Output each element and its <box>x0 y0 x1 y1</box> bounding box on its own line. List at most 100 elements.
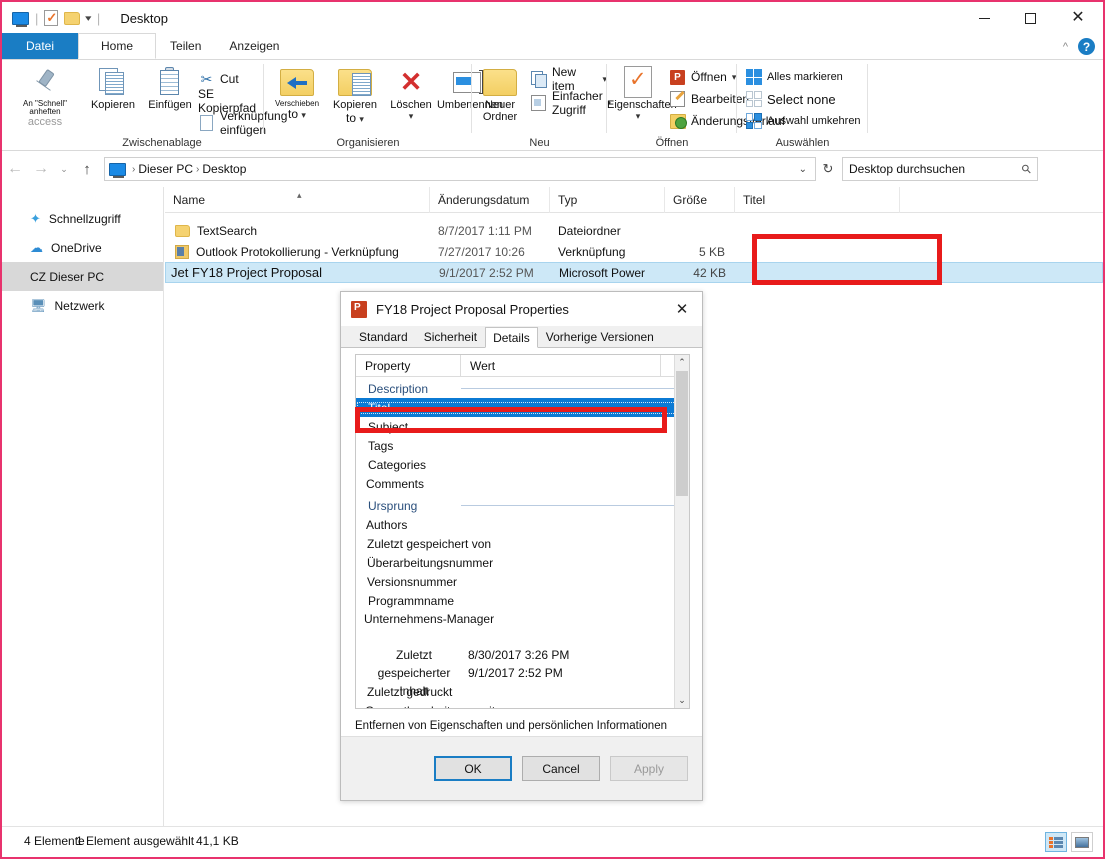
value-column-header[interactable]: Wert <box>461 355 661 376</box>
table-row-selected[interactable]: Jet FY18 Project Proposal 9/1/2017 2:52 … <box>165 262 1103 283</box>
table-row[interactable]: TextSearch 8/7/2017 1:11 PM Dateiordner <box>165 220 1103 241</box>
column-header-name[interactable]: ▴ Name <box>165 186 430 213</box>
property-row-zuletzt-gespeicherter-inhalt[interactable]: Zuletzt gespeicherter Inhalt 8/30/2017 3… <box>356 646 689 698</box>
property-row-versionsnummer[interactable]: Versionsnummer <box>356 572 689 591</box>
view-toggle-group <box>1045 832 1093 852</box>
sidebar-item-netzwerk[interactable]: 🖥 Netzwerk <box>2 291 163 320</box>
tab-home[interactable]: Home <box>78 33 157 59</box>
tab-standard[interactable]: Standard <box>351 326 416 347</box>
new-item-button[interactable]: New item ▾ <box>530 65 607 93</box>
sidebar-item-dieser-pc[interactable]: CZ Dieser PC <box>2 262 163 291</box>
property-row-titel[interactable]: Titel <box>356 398 689 417</box>
select-all-button[interactable]: Alles markieren <box>745 66 843 88</box>
folder-icon[interactable] <box>64 11 81 25</box>
this-pc-icon <box>109 162 126 178</box>
pin-label: An "Schnell" anheften <box>23 99 67 117</box>
tab-vorherige-versionen[interactable]: Vorherige Versionen <box>537 326 662 347</box>
paste-button[interactable]: Einfügen <box>142 64 198 112</box>
new-folder-button[interactable]: Neuer Ordner <box>474 64 526 123</box>
pin-to-quick-access-button[interactable]: An "Schnell" anheften access <box>10 64 80 128</box>
property-row-tags[interactable]: Tags <box>356 436 689 455</box>
property-list-scrollbar[interactable]: ⌃ ⌄ <box>674 355 689 708</box>
tab-anzeigen[interactable]: Anzeigen <box>215 33 294 59</box>
sidebar-item-schnellzugriff[interactable]: ✦ Schnellzugriff <box>2 204 163 233</box>
row-size-cell: 42 KB <box>693 265 726 280</box>
column-header-date[interactable]: Änderungsdatum <box>430 186 550 213</box>
tab-datei[interactable]: Datei <box>2 33 79 59</box>
property-row-programmname[interactable]: Programmname <box>356 591 689 610</box>
property-row-ueberarbeitungsnummer[interactable]: Überarbeitungsnummer <box>356 553 689 572</box>
select-none-icon <box>745 91 762 108</box>
column-header-titel[interactable]: Titel <box>735 186 900 213</box>
ok-button[interactable]: OK <box>434 756 512 781</box>
copy-label: Kopieren <box>90 99 136 111</box>
property-row-authors[interactable]: Authors <box>356 515 689 534</box>
tab-sicherheit[interactable]: Sicherheit <box>415 326 486 347</box>
address-input[interactable]: › Dieser PC › Desktop ⌄ <box>104 157 816 181</box>
property-row-subject[interactable]: Subject <box>356 417 689 436</box>
scroll-up-icon[interactable]: ⌃ <box>675 355 689 370</box>
ribbon-group-open: Eigenschaften ▾ P Öffnen ▾ Bearbeiten Än… <box>607 60 785 151</box>
property-row-categories[interactable]: Categories <box>356 455 689 474</box>
select-none-button[interactable]: Select none <box>745 88 836 110</box>
dialog-close-button[interactable]: ✕ <box>662 292 702 326</box>
property-name-subject: Subject <box>368 419 409 434</box>
scroll-down-icon[interactable]: ⌄ <box>675 693 689 708</box>
pin-icon <box>10 64 80 100</box>
invert-selection-button[interactable]: Auswahl umkehren <box>745 110 861 132</box>
table-row[interactable]: Outlook Protokollierung - Verknüpfung 7/… <box>165 241 1103 262</box>
move-to-button[interactable]: Verschieben to ▾ <box>268 64 326 121</box>
property-group-description: Description <box>356 379 689 398</box>
properties-caret-icon[interactable]: ▾ <box>607 111 669 121</box>
refresh-button[interactable]: ↻ <box>816 161 840 177</box>
forward-button[interactable]: → <box>28 160 54 178</box>
close-button[interactable]: ✕ <box>1053 2 1103 34</box>
new-folder-sublabel: Ordner <box>482 110 518 123</box>
help-button[interactable]: ? <box>1078 38 1095 55</box>
row-name-cell: Outlook Protokollierung - Verknüpfung <box>165 244 430 259</box>
property-row-zuletzt-gespeichert-von[interactable]: Zuletzt gespeichert von <box>356 534 689 553</box>
tab-teilen[interactable]: Teilen <box>156 33 216 59</box>
scrollbar-thumb[interactable] <box>676 371 688 496</box>
collapse-ribbon-icon[interactable]: ^ <box>1063 41 1068 53</box>
address-dropdown-icon[interactable]: ⌄ <box>799 164 811 175</box>
details-view-icon[interactable] <box>1045 832 1067 852</box>
breadcrumb-desktop[interactable]: Desktop <box>200 162 248 176</box>
property-row-comments[interactable]: Comments <box>356 474 689 493</box>
minimize-button[interactable] <box>961 2 1007 34</box>
properties-button[interactable]: Eigenschaften ▾ <box>607 64 677 121</box>
back-button[interactable]: ← <box>2 160 28 178</box>
column-header-size[interactable]: Größe <box>665 186 735 213</box>
breadcrumb-dieser-pc[interactable]: Dieser PC <box>136 162 195 176</box>
row-type-cell: Verknüpfung <box>558 244 626 259</box>
invert-selection-icon <box>745 113 762 130</box>
property-row-zuletzt-gedruckt[interactable]: Zuletzt gedruckt <box>356 682 689 701</box>
property-row-unternehmens-manager[interactable]: Unternehmens-Manager <box>356 610 689 646</box>
copy-button[interactable]: Kopieren <box>84 64 142 112</box>
maximize-button[interactable] <box>1007 2 1053 34</box>
column-label-name: Name <box>173 192 206 207</box>
recent-locations-button[interactable]: ⌄ <box>54 164 74 175</box>
open-button[interactable]: P Öffnen ▾ <box>669 66 736 88</box>
chevron-down-icon[interactable]: ▾ <box>85 13 91 24</box>
property-row-gesamtbearbeitungszeit[interactable]: Gesamtbearbeitungszeit <box>356 701 689 709</box>
remove-properties-link[interactable]: Entfernen von Eigenschaften und persönli… <box>355 720 667 732</box>
monitor-icon[interactable] <box>12 11 29 27</box>
ribbon-body: An "Schnell" anheften access Kopieren Ei… <box>2 60 1103 151</box>
cancel-button[interactable]: Cancel <box>522 756 600 781</box>
powerpoint-icon: P <box>669 69 686 86</box>
delete-caret-icon[interactable]: ▾ <box>386 111 436 121</box>
thumbnail-view-icon[interactable] <box>1071 832 1093 852</box>
paste-label: Einfügen <box>148 99 192 111</box>
new-item-icon <box>530 71 547 88</box>
properties-icon[interactable] <box>44 10 59 26</box>
up-button[interactable]: ↑ <box>74 161 100 178</box>
sidebar-item-onedrive[interactable]: ☁ OneDrive <box>2 233 163 262</box>
search-input[interactable]: Desktop durchsuchen ⚲ <box>842 157 1038 181</box>
copy-to-button[interactable]: Kopieren to ▾ <box>326 64 384 124</box>
easy-access-button[interactable]: Einfacher Zugriff • <box>530 89 611 117</box>
delete-button[interactable]: ✕ Löschen ▾ <box>386 64 436 121</box>
column-header-type[interactable]: Typ <box>550 186 665 213</box>
property-column-header[interactable]: Property <box>356 355 461 376</box>
tab-details[interactable]: Details <box>485 327 538 348</box>
